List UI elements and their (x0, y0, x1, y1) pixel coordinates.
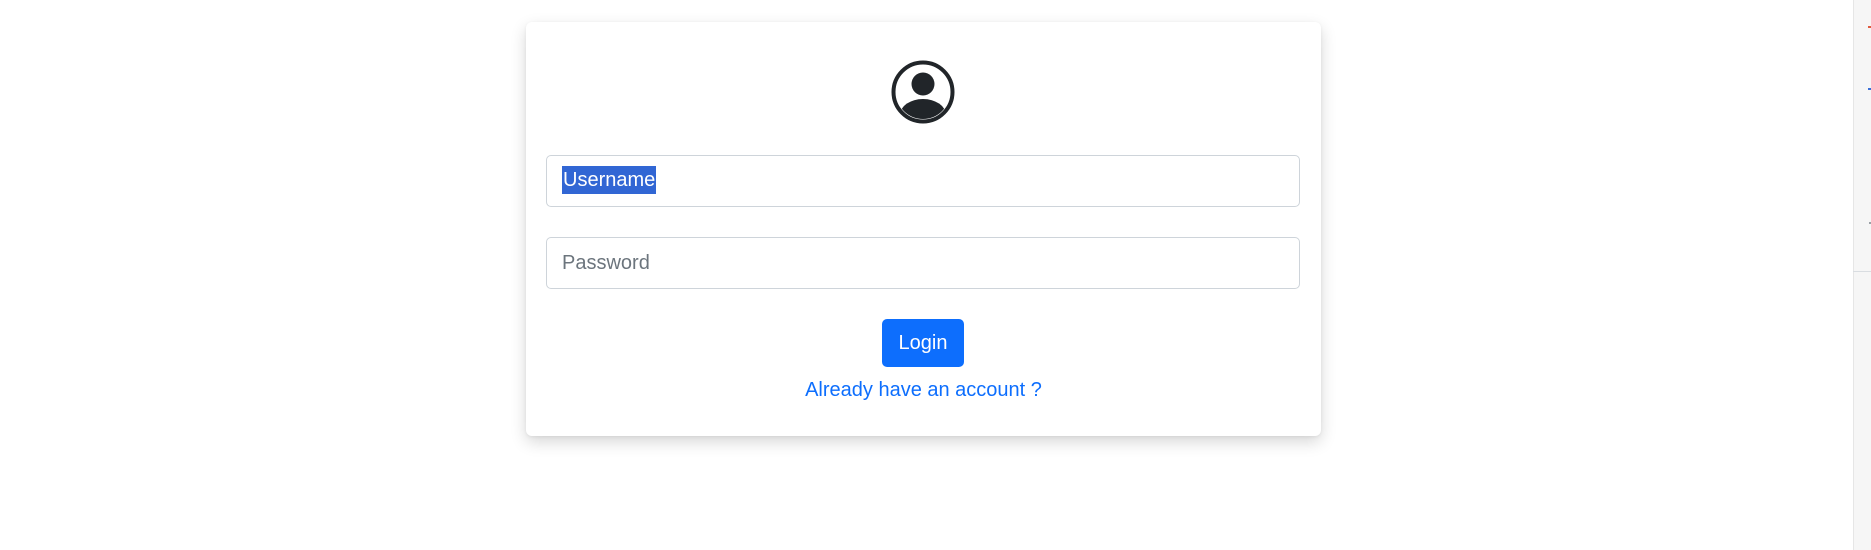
page-viewport: Username Login Already have an account ? (0, 0, 1853, 550)
scrollbar-track[interactable] (1853, 0, 1871, 550)
login-button[interactable]: Login (882, 319, 964, 367)
scrollbar-marker (1853, 271, 1871, 272)
username-field[interactable] (546, 155, 1300, 207)
login-card: Username Login Already have an account ? (526, 22, 1321, 436)
user-circle-icon (891, 60, 955, 124)
password-field[interactable] (546, 237, 1300, 289)
already-have-account-link[interactable]: Already have an account ? (526, 379, 1321, 402)
